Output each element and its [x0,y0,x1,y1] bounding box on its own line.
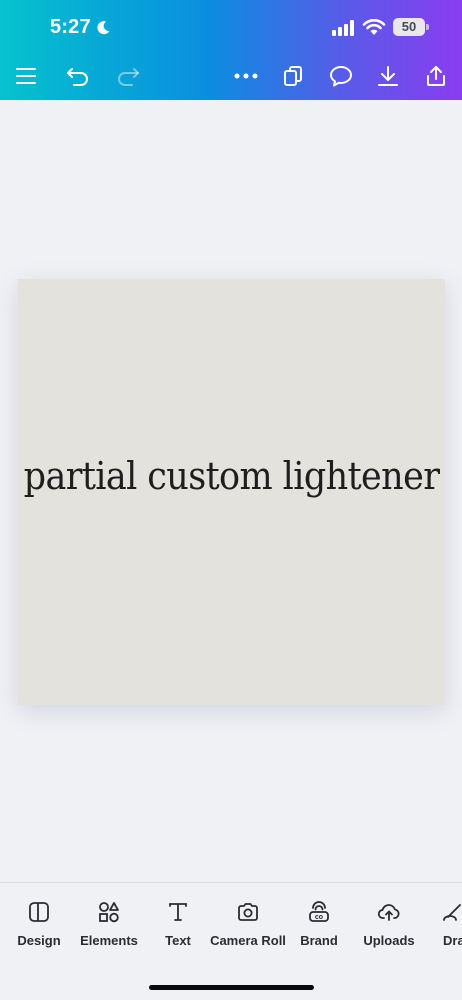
undo-icon [67,68,88,86]
elements-icon [96,899,122,925]
undo-button[interactable] [62,60,94,92]
comment-button[interactable] [325,60,357,92]
top-header: 5:27 50 [0,0,462,100]
nav-item-brand[interactable]: co Brand [300,899,338,948]
nav-item-draw[interactable]: Dra [440,899,462,948]
battery-icon: 50 [393,18,425,36]
redo-button[interactable] [112,60,144,92]
wifi-icon [362,19,386,35]
battery-tip [426,24,429,30]
editor-toolbar [0,56,462,96]
home-indicator [149,985,314,990]
bottom-nav: Design Elements Text Camera Roll co Bran… [0,882,462,1000]
nav-item-camera-roll[interactable]: Camera Roll [210,899,286,948]
moon-icon [97,21,110,35]
nav-item-design[interactable]: Design [17,899,61,948]
status-time: 5:27 [50,16,91,38]
redo-icon [118,68,139,86]
camera-icon [235,899,261,925]
download-button[interactable] [372,60,404,92]
more-button[interactable] [230,60,262,92]
design-icon [26,899,52,925]
svg-text:co: co [315,914,323,921]
share-icon [427,66,445,86]
nav-label: Uploads [363,933,415,948]
download-icon [378,66,398,86]
menu-icon [16,68,36,84]
pages-icon [284,66,302,86]
nav-label: Elements [80,933,138,948]
draw-icon [440,899,462,925]
comment-icon [330,66,352,87]
nav-label: Camera Roll [210,933,286,948]
text-icon [165,899,191,925]
signal-icon [332,20,354,36]
nav-label: Brand [300,933,338,948]
uploads-icon [376,899,402,925]
share-button[interactable] [420,60,452,92]
status-bar: 5:27 50 [0,0,462,56]
nav-item-text[interactable]: Text [162,899,194,948]
nav-item-uploads[interactable]: Uploads [363,899,415,948]
canvas-text-element[interactable]: partial custom lightener [18,455,445,499]
nav-item-elements[interactable]: Elements [80,899,138,948]
menu-button[interactable] [10,60,42,92]
pages-button[interactable] [277,60,309,92]
more-icon [234,73,258,79]
nav-label: Design [17,933,61,948]
nav-label: Text [165,933,191,948]
design-canvas[interactable]: partial custom lightener [18,279,445,705]
nav-label: Dra [443,933,462,948]
brand-icon: co [306,899,332,925]
